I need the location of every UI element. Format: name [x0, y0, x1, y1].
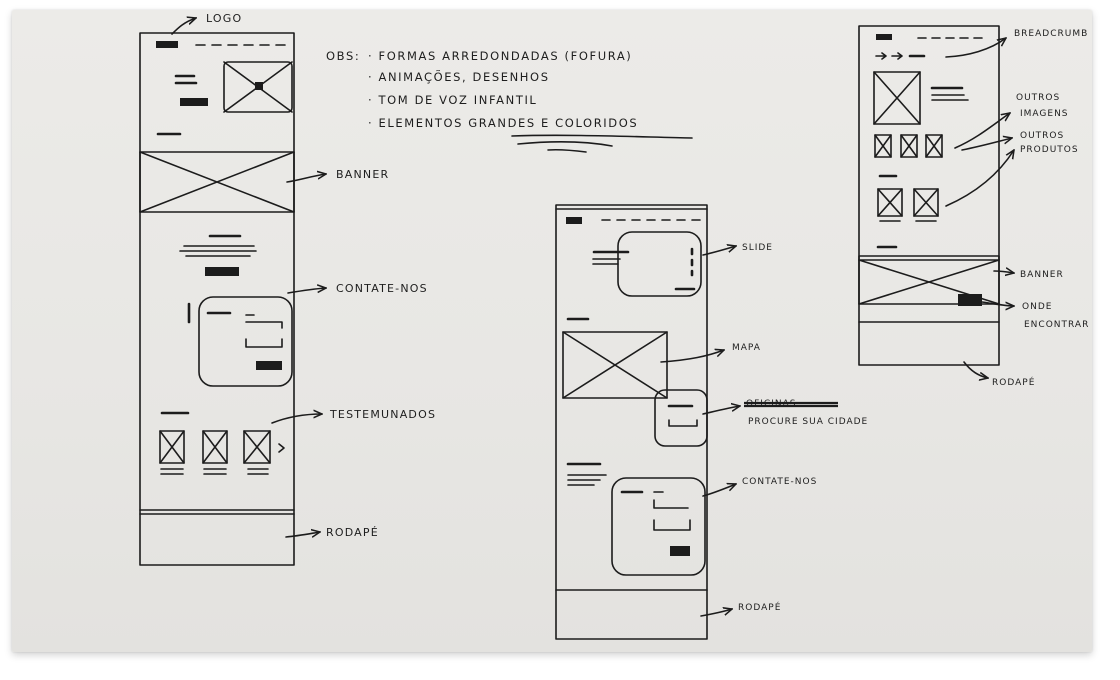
- middle-slide-label: SLIDE: [742, 243, 773, 253]
- left-banner: [139, 151, 295, 213]
- right-other-products-arrow-2: [945, 150, 1014, 207]
- photo-frame: LOGO BANNER CONTATE-NOS TESTEMUNADOS ROD…: [0, 0, 1120, 680]
- middle-slide: [592, 231, 702, 297]
- middle-logo-block: [566, 217, 582, 224]
- middle-contact-form: [611, 477, 706, 576]
- note-item-4: · ELEMENTOS GRANDES E COLORIDOS: [368, 116, 638, 130]
- right-product-image: [873, 71, 921, 125]
- middle-slide-arrow: [702, 246, 736, 256]
- left-banner-arrow: [286, 174, 326, 183]
- left-wireframe: [139, 32, 295, 566]
- notes-underline: [511, 134, 693, 153]
- middle-find-city-label: PROCURE SUA CIDADE: [748, 417, 868, 427]
- left-footer-label: RODAPÉ: [326, 526, 379, 539]
- left-banner-label: BANNER: [336, 168, 389, 181]
- right-breadcrumb-arrow: [945, 38, 1006, 58]
- right-where-label-1: ONDE: [1022, 302, 1052, 312]
- left-hero-text: [174, 74, 198, 85]
- note-item-1: · FORMAS ARREDONDADAS (FOFURA): [368, 49, 632, 63]
- right-where-label-2: ENCONTRAR: [1024, 320, 1089, 330]
- left-text-lines: [179, 245, 257, 257]
- left-testimonials: [159, 411, 285, 475]
- left-footer-divider: [139, 509, 295, 515]
- right-other-images: [874, 134, 943, 158]
- note-item-3: · TOM DE VOZ INFANTIL: [368, 93, 537, 107]
- left-contact-label: CONTATE-NOS: [336, 282, 428, 295]
- middle-map-label: MAPA: [732, 343, 761, 353]
- left-footer-arrow: [285, 532, 320, 537]
- right-other-products: [877, 188, 939, 222]
- right-other-images-label-2: IMAGENS: [1020, 109, 1069, 119]
- right-where-button: [958, 294, 982, 306]
- middle-find-city-arrow: [702, 406, 740, 415]
- left-testimonials-label: TESTEMUNADOS: [329, 408, 436, 421]
- right-other-images-label-1: OUTROS: [1016, 93, 1060, 103]
- middle-map-arrow: [660, 350, 724, 363]
- design-notes: OBS: · FORMAS ARREDONDADAS (FOFURA) · AN…: [326, 49, 693, 153]
- left-text-button: [205, 267, 239, 276]
- middle-page-outline: [555, 204, 708, 640]
- middle-contact-lines: [567, 474, 607, 486]
- right-breadcrumb-arrows: [875, 52, 903, 60]
- middle-footer-arrow: [700, 609, 732, 617]
- middle-wireframe: [555, 204, 708, 640]
- middle-map: [562, 331, 668, 399]
- right-other-images-arrow: [954, 113, 1010, 149]
- right-banner-arrow: [993, 271, 1014, 273]
- right-breadcrumb-label: BREADCRUMB: [1014, 29, 1088, 39]
- right-product-lines: [931, 94, 969, 101]
- notes-heading: OBS:: [326, 49, 360, 63]
- right-page-outline: [858, 25, 1000, 366]
- note-item-2: · ANIMAÇÕES, DESENHOS: [368, 69, 550, 84]
- right-other-products-label-1: OUTROS: [1020, 131, 1064, 141]
- right-wireframe: [858, 25, 1000, 366]
- left-logo-block: [156, 41, 178, 48]
- left-contact-form: [187, 296, 293, 387]
- right-footer-label: RODAPÉ: [992, 376, 1035, 388]
- right-logo-block: [876, 34, 892, 40]
- left-testimonials-arrow: [271, 414, 322, 424]
- middle-footer-label: RODAPÉ: [738, 601, 781, 613]
- left-hero-image: [223, 61, 293, 113]
- wireframe-sketch: LOGO BANNER CONTATE-NOS TESTEMUNADOS ROD…: [139, 12, 1089, 640]
- left-hero-button: [180, 98, 208, 106]
- left-logo-label: LOGO: [206, 12, 242, 25]
- middle-contact-arrow: [702, 484, 736, 497]
- middle-contact-label: CONTATE-NOS: [742, 477, 817, 487]
- right-other-products-label-2: PRODUTOS: [1020, 145, 1079, 155]
- right-banner-label: BANNER: [1020, 270, 1064, 280]
- left-logo-arrow: [171, 18, 196, 35]
